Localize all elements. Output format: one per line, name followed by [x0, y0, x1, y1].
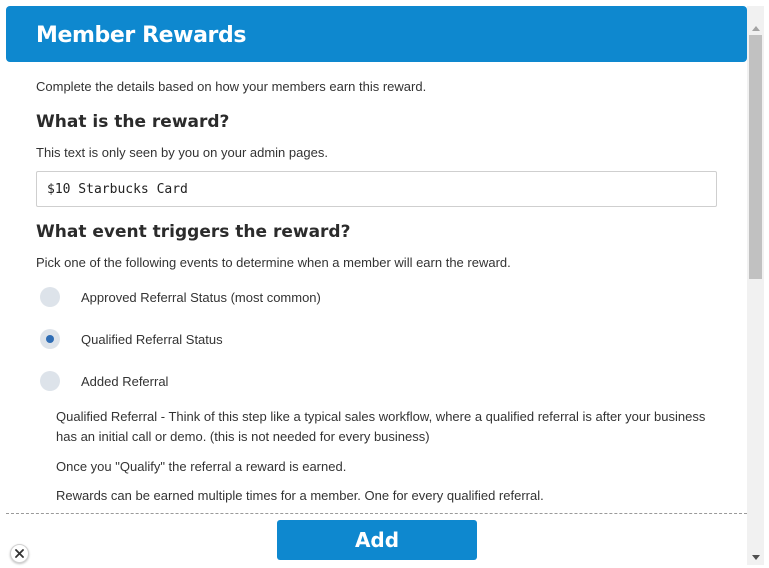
radio-added-referral[interactable]: Added Referral [40, 370, 168, 392]
radio-label: Qualified Referral Status [81, 331, 223, 347]
reward-hint: This text is only seen by you on your ad… [36, 145, 328, 160]
add-button[interactable]: Add [277, 520, 477, 560]
radio-button[interactable] [40, 371, 60, 391]
radio-label: Added Referral [81, 373, 169, 389]
trigger-note: Rewards can be earned multiple times for… [56, 488, 544, 503]
intro-text: Complete the details based on how your m… [36, 79, 427, 94]
close-button[interactable] [10, 544, 29, 563]
trigger-note: Qualified Referral - Think of this step … [56, 409, 706, 444]
arrow-down-icon [751, 548, 760, 566]
reward-input[interactable] [36, 171, 717, 207]
scroll-thumb[interactable] [749, 35, 762, 279]
close-icon [15, 545, 24, 563]
trigger-hint: Pick one of the following events to dete… [36, 255, 511, 270]
radio-button-checked[interactable] [40, 329, 60, 349]
reward-question: What is the reward? [36, 112, 230, 132]
radio-label: Approved Referral Status (most common) [81, 289, 321, 305]
arrow-up-icon [751, 18, 760, 36]
footer-divider [6, 513, 747, 514]
radio-approved-referral[interactable]: Approved Referral Status (most common) [40, 286, 321, 308]
trigger-question: What event triggers the reward? [36, 222, 351, 242]
vertical-scrollbar[interactable] [747, 6, 764, 565]
radio-qualified-referral[interactable]: Qualified Referral Status [40, 328, 223, 350]
trigger-note: Once you "Qualify" the referral a reward… [56, 459, 347, 474]
scroll-down-button[interactable] [747, 548, 764, 565]
scroll-up-button[interactable] [747, 18, 764, 35]
radio-button[interactable] [40, 287, 60, 307]
modal-header: Member Rewards [6, 6, 747, 62]
modal-content: Complete the details based on how your m… [36, 62, 726, 512]
member-rewards-modal: Member Rewards Complete the details base… [0, 0, 769, 568]
modal-title: Member Rewards [36, 23, 247, 48]
